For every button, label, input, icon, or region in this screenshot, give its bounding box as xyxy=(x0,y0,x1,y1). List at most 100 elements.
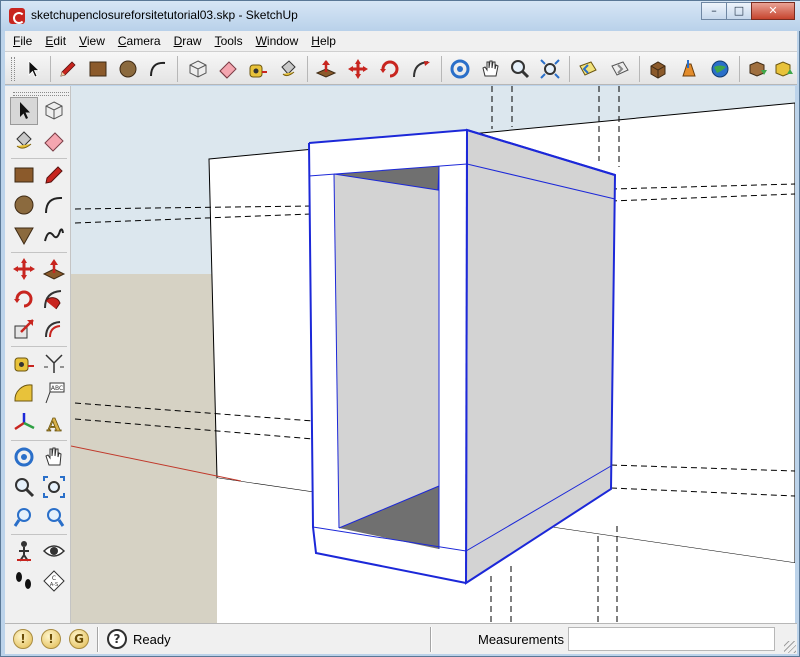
menu-help[interactable]: Help xyxy=(311,34,336,48)
sketchup-logo-icon xyxy=(9,8,25,24)
svg-text:A: A xyxy=(46,415,62,435)
geo-location-icon[interactable]: ! xyxy=(13,629,33,649)
rotate-icon[interactable] xyxy=(377,56,403,82)
axes-icon[interactable] xyxy=(10,409,38,437)
paint-bucket-icon[interactable] xyxy=(275,56,301,82)
status-text: Ready xyxy=(133,632,171,647)
toolbar-separator xyxy=(50,56,51,82)
menu-edit[interactable]: Edit xyxy=(45,34,66,48)
walk-icon[interactable] xyxy=(10,567,38,595)
close-button[interactable]: ✕ xyxy=(751,2,795,20)
status-bar: ! ! G ? Ready Measurements xyxy=(5,623,797,654)
toolbar-separator xyxy=(441,56,442,82)
help-icon[interactable]: ? xyxy=(107,629,127,649)
eraser-icon[interactable] xyxy=(40,127,68,155)
toolbar-grip[interactable] xyxy=(13,92,69,96)
push-pull-icon[interactable] xyxy=(40,255,68,283)
rotate-icon[interactable] xyxy=(10,285,38,313)
tape-measure-icon[interactable] xyxy=(10,349,38,377)
pan-icon[interactable] xyxy=(40,443,68,471)
status-divider xyxy=(97,627,99,652)
google-sign-in-icon[interactable]: G xyxy=(69,629,89,649)
zoom-extents-icon[interactable] xyxy=(40,503,68,531)
toolbar-separator xyxy=(11,252,67,253)
tape-measure-icon[interactable] xyxy=(245,56,271,82)
menu-draw[interactable]: Draw xyxy=(174,34,202,48)
scale-icon[interactable] xyxy=(10,315,38,343)
previous-view-icon[interactable] xyxy=(575,56,601,82)
arc-icon[interactable] xyxy=(145,56,171,82)
google-earth-icon[interactable] xyxy=(707,56,733,82)
previous-icon[interactable] xyxy=(10,503,38,531)
offset-icon[interactable] xyxy=(40,315,68,343)
menu-camera[interactable]: Camera xyxy=(118,34,161,48)
move-icon[interactable] xyxy=(10,255,38,283)
follow-me-icon[interactable] xyxy=(409,56,435,82)
orbit-icon[interactable] xyxy=(10,443,38,471)
window-controls: – □ ✕ xyxy=(701,2,795,20)
zoom-icon[interactable] xyxy=(507,56,533,82)
push-pull-icon[interactable] xyxy=(313,56,339,82)
app-window: sketchupenclosureforsitetutorial03.skp -… xyxy=(0,0,800,657)
pencil-icon[interactable] xyxy=(40,161,68,189)
measurements-input[interactable] xyxy=(568,627,775,651)
freehand-icon[interactable] xyxy=(40,221,68,249)
svg-text:A-S: A-S xyxy=(50,582,58,588)
select-icon[interactable] xyxy=(10,97,38,125)
position-camera-icon[interactable] xyxy=(10,537,38,565)
zoom-window-icon[interactable] xyxy=(40,473,68,501)
toolbar-separator xyxy=(11,158,67,159)
circle-icon[interactable] xyxy=(115,56,141,82)
resize-grip[interactable] xyxy=(784,641,796,653)
move-icon[interactable] xyxy=(345,56,371,82)
pencil-icon[interactable] xyxy=(55,56,81,82)
minimize-button[interactable]: – xyxy=(701,2,727,20)
eraser-icon[interactable] xyxy=(215,56,241,82)
dimension-icon[interactable] xyxy=(40,349,68,377)
toolbar-separator xyxy=(639,56,640,82)
3d-text-icon[interactable]: A xyxy=(40,409,68,437)
pan-icon[interactable] xyxy=(477,56,503,82)
measurements-label: Measurements xyxy=(478,632,564,647)
next-view-icon[interactable] xyxy=(607,56,633,82)
share-component-icon[interactable] xyxy=(771,56,797,82)
paint-bucket-icon[interactable] xyxy=(10,127,38,155)
toolbar-separator xyxy=(11,440,67,441)
title-bar[interactable]: sketchupenclosureforsitetutorial03.skp -… xyxy=(1,1,800,31)
text-icon[interactable]: ABC xyxy=(40,379,68,407)
menu-window[interactable]: Window xyxy=(256,34,299,48)
zoom-icon[interactable] xyxy=(10,473,38,501)
toolbar-separator xyxy=(11,346,67,347)
menu-file[interactable]: File xyxy=(13,34,32,48)
toolbar-grip[interactable] xyxy=(11,57,15,81)
left-toolbar: ABC A C A-S xyxy=(5,86,71,623)
rectangle-icon[interactable] xyxy=(10,161,38,189)
orbit-icon[interactable] xyxy=(447,56,473,82)
status-divider xyxy=(430,627,432,652)
toolbar-separator xyxy=(177,56,178,82)
protractor-icon[interactable] xyxy=(10,379,38,407)
follow-me-icon[interactable] xyxy=(40,285,68,313)
toolbar-separator xyxy=(11,534,67,535)
model-viewport[interactable] xyxy=(71,86,795,623)
3d-warehouse-icon[interactable] xyxy=(645,56,671,82)
get-models-icon[interactable] xyxy=(745,56,771,82)
make-component-icon[interactable] xyxy=(185,56,211,82)
share-model-icon[interactable] xyxy=(675,56,701,82)
maximize-button[interactable]: □ xyxy=(726,2,752,20)
scene-drawing xyxy=(71,86,795,623)
menu-tools[interactable]: Tools xyxy=(215,34,243,48)
polygon-icon[interactable] xyxy=(10,221,38,249)
menu-bar: File Edit View Camera Draw Tools Window … xyxy=(5,31,797,51)
rectangle-icon[interactable] xyxy=(85,56,111,82)
menu-view[interactable]: View xyxy=(79,34,105,48)
arc-icon[interactable] xyxy=(40,191,68,219)
zoom-extents-icon[interactable] xyxy=(537,56,563,82)
circle-icon[interactable] xyxy=(10,191,38,219)
interior-back-wall xyxy=(334,166,439,528)
make-component-icon[interactable] xyxy=(40,97,68,125)
look-around-icon[interactable] xyxy=(40,537,68,565)
select-icon[interactable] xyxy=(20,56,46,82)
credits-icon[interactable]: ! xyxy=(41,629,61,649)
section-plane-icon[interactable]: C A-S xyxy=(40,567,68,595)
